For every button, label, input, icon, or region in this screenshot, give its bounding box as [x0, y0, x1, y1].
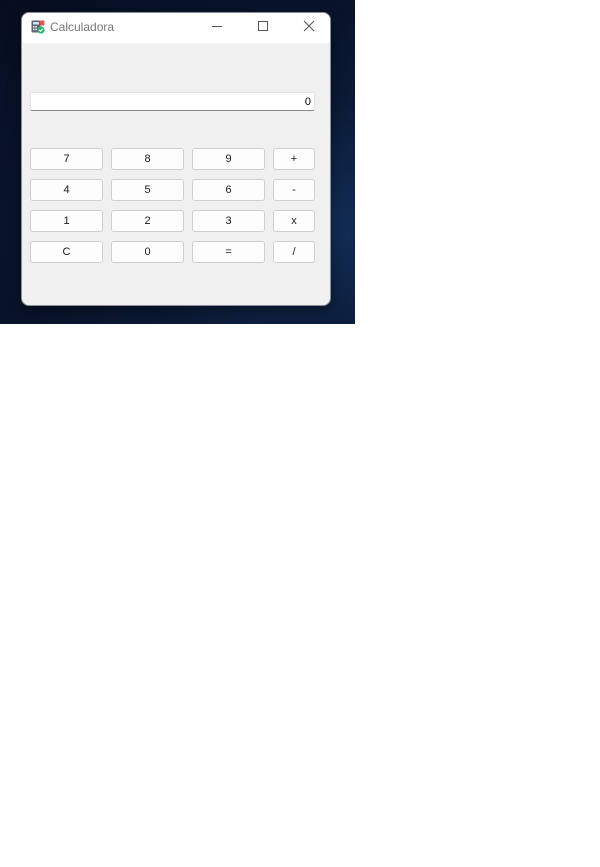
result-display[interactable] [30, 92, 315, 111]
minimize-button[interactable] [194, 13, 240, 43]
key-3[interactable]: 3 [192, 210, 265, 232]
key-4[interactable]: 4 [30, 179, 103, 201]
close-button[interactable] [286, 13, 330, 43]
calculator-app-icon [31, 20, 45, 34]
key-0[interactable]: 0 [111, 241, 184, 263]
key-6[interactable]: 6 [192, 179, 265, 201]
key-2[interactable]: 2 [111, 210, 184, 232]
maximize-icon [257, 19, 269, 37]
minimize-icon [211, 19, 223, 37]
key-8[interactable]: 8 [111, 148, 184, 170]
calculator-window: Calculadora 7 8 9 + 4 5 6 - 1 2 3 x C 0 … [21, 12, 331, 306]
key-subtract[interactable]: - [273, 179, 315, 201]
key-9[interactable]: 9 [192, 148, 265, 170]
key-divide[interactable]: / [273, 241, 315, 263]
key-equals[interactable]: = [192, 241, 265, 263]
key-clear[interactable]: C [30, 241, 103, 263]
title-bar[interactable]: Calculadora [22, 13, 330, 43]
close-icon [303, 19, 315, 37]
key-add[interactable]: + [273, 148, 315, 170]
key-1[interactable]: 1 [30, 210, 103, 232]
window-title: Calculadora [50, 20, 115, 34]
key-7[interactable]: 7 [30, 148, 103, 170]
maximize-button[interactable] [240, 13, 286, 43]
key-5[interactable]: 5 [111, 179, 184, 201]
key-multiply[interactable]: x [273, 210, 315, 232]
